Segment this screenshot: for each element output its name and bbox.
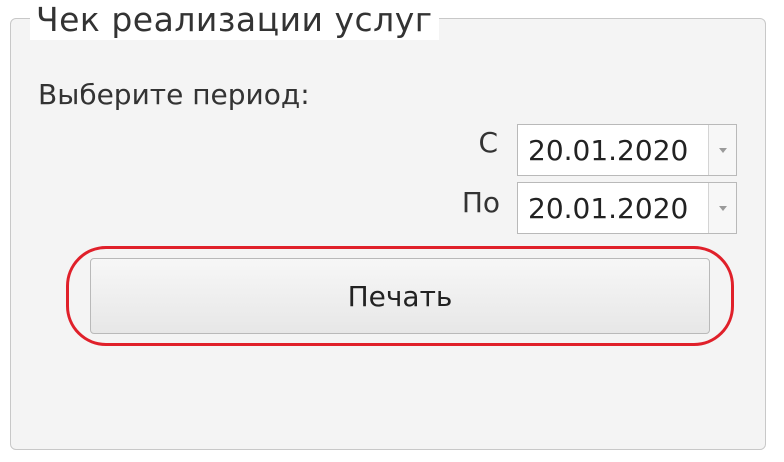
from-date-dropdown-button[interactable] xyxy=(708,125,736,175)
panel-title: Чек реализации услуг xyxy=(30,0,439,40)
to-date-label: По xyxy=(461,186,500,219)
print-button[interactable]: Печать xyxy=(90,258,710,334)
to-date-picker[interactable]: 20.01.2020 xyxy=(517,182,737,234)
from-date-picker[interactable]: 20.01.2020 xyxy=(517,124,737,176)
from-date-value[interactable]: 20.01.2020 xyxy=(518,134,708,167)
from-date-label: С xyxy=(478,126,498,159)
to-date-value[interactable]: 20.01.2020 xyxy=(518,192,708,225)
chevron-down-icon xyxy=(718,205,727,211)
to-date-dropdown-button[interactable] xyxy=(708,183,736,233)
chevron-down-icon xyxy=(718,147,727,153)
period-prompt: Выберите период: xyxy=(38,78,310,111)
